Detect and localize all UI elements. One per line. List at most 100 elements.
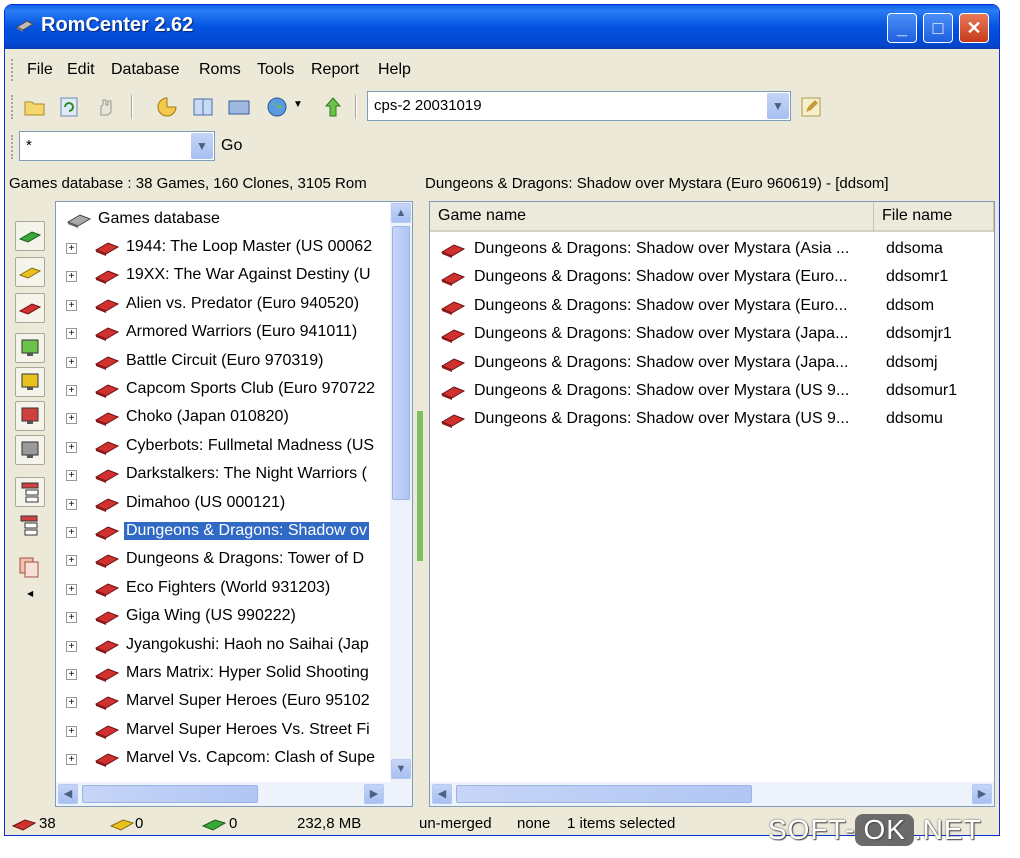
tree-item[interactable]: + Giga Wing (US 990222) (56, 603, 386, 631)
maximize-button[interactable]: □ (923, 13, 953, 43)
column-game-name[interactable]: Game name (430, 202, 874, 232)
arrow-up-icon[interactable] (321, 95, 345, 119)
expand-icon[interactable]: + (66, 725, 77, 737)
monitor-gray-button[interactable] (15, 435, 45, 465)
tree-item[interactable]: + Alien vs. Predator (Euro 940520) (56, 291, 386, 319)
list-hscroll-thumb[interactable] (456, 785, 752, 803)
monitor-red-button[interactable] (15, 401, 45, 431)
tree-item[interactable]: + Cyberbots: Fullmetal Madness (US (56, 433, 386, 461)
filter-chevron-down-icon[interactable]: ▼ (191, 133, 213, 159)
list-scroll-right-arrow[interactable]: ▶ (972, 784, 992, 804)
expand-icon[interactable]: + (66, 640, 77, 652)
scroll-up-arrow[interactable]: ▲ (391, 203, 411, 223)
tree-item[interactable]: + Marvel Vs. Capcom: Clash of Supe (56, 745, 386, 773)
close-button[interactable]: ✕ (959, 13, 989, 43)
tree-horizontal-scrollbar[interactable]: ◀ ▶ (56, 782, 412, 806)
menu-database[interactable]: Database (111, 61, 180, 79)
tree-item[interactable]: + Dungeons & Dragons: Tower of D (56, 546, 386, 574)
list-row[interactable]: Dungeons & Dragons: Shadow over Mystara … (430, 378, 994, 406)
scroll-left-arrow[interactable]: ◀ (58, 784, 78, 804)
expand-icon[interactable]: + (66, 413, 77, 425)
list-scroll-left-arrow[interactable]: ◀ (432, 784, 452, 804)
tree-item[interactable]: + Marvel Super Heroes Vs. Street Fi (56, 717, 386, 745)
expand-icon[interactable]: + (66, 271, 77, 283)
menu-edit[interactable]: Edit (67, 61, 95, 79)
list-row[interactable]: Dungeons & Dragons: Shadow over Mystara … (430, 236, 994, 264)
filter-yellow-button[interactable] (15, 257, 45, 287)
scroll-right-arrow[interactable]: ▶ (364, 784, 384, 804)
tree-item[interactable]: + Marvel Super Heroes (Euro 95102 (56, 688, 386, 716)
menu-roms[interactable]: Roms (199, 61, 241, 79)
tree-hscroll-thumb[interactable] (82, 785, 258, 803)
monitor-gray-icon (21, 441, 39, 458)
tree-item[interactable]: + Dimahoo (US 000121) (56, 490, 386, 518)
refresh-icon[interactable] (57, 95, 81, 119)
menu-tools[interactable]: Tools (257, 61, 294, 79)
tree-item[interactable]: +1944: The Loop Master (US 00062 (56, 234, 386, 262)
list-row[interactable]: Dungeons & Dragons: Shadow over Mystara … (430, 350, 994, 378)
menu-file[interactable]: File (27, 61, 53, 79)
database-select[interactable]: cps-2 20031019 ▼ (367, 91, 791, 121)
edit-icon[interactable] (799, 95, 823, 119)
tree-scroll-thumb[interactable] (392, 226, 410, 500)
scroll-down-arrow[interactable]: ▼ (391, 759, 411, 779)
go-button[interactable]: Go (221, 137, 242, 155)
globe-icon[interactable] (265, 95, 289, 119)
tree-item[interactable]: + Mars Matrix: Hyper Solid Shooting (56, 660, 386, 688)
hand-icon[interactable] (95, 95, 119, 119)
expand-icon[interactable]: + (66, 669, 77, 680)
title-bar[interactable]: RomCenter 2.62 _ □ ✕ (5, 5, 999, 49)
copy-button[interactable] (15, 553, 45, 583)
tree-item[interactable]: + Battle Circuit (Euro 970319) (56, 348, 386, 376)
expand-icon[interactable]: + (66, 754, 77, 766)
minimize-button[interactable]: _ (887, 13, 917, 43)
globe-dropdown-arrow[interactable]: ▼ (293, 99, 303, 110)
scan-icon[interactable] (155, 95, 179, 119)
card-icon[interactable] (227, 95, 251, 119)
list-row[interactable]: Dungeons & Dragons: Shadow over Mystara … (430, 321, 994, 349)
panel-splitter[interactable] (415, 201, 425, 807)
expand-icon[interactable]: + (66, 356, 77, 368)
tree-item[interactable]: + Dungeons & Dragons: Shadow ov (56, 518, 386, 546)
expand-icon[interactable]: + (66, 555, 77, 567)
monitor-green-button[interactable] (15, 333, 45, 363)
tree-item[interactable]: +19XX: The War Against Destiny (U (56, 262, 386, 290)
tree-item[interactable]: + Darkstalkers: The Night Warriors ( (56, 461, 386, 489)
expand-icon[interactable]: + (66, 498, 77, 510)
open-icon[interactable] (23, 95, 47, 119)
filter-green-button[interactable] (15, 221, 45, 251)
tree-vertical-scrollbar[interactable]: ▲ ▼ (390, 202, 412, 782)
expand-icon[interactable]: + (66, 328, 77, 340)
tree-root[interactable]: Games database (56, 206, 386, 234)
expand-icon[interactable]: + (66, 385, 77, 396)
expand-icon[interactable]: + (66, 527, 77, 538)
expand-icon[interactable]: + (66, 299, 77, 311)
tree-item[interactable]: + Capcom Sports Club (Euro 970722 (56, 376, 386, 404)
list-view-button[interactable] (15, 511, 45, 541)
splitter-handle[interactable] (417, 411, 423, 561)
list-row[interactable]: Dungeons & Dragons: Shadow over Mystara … (430, 406, 994, 434)
chevron-down-icon[interactable]: ▼ (767, 93, 789, 119)
list-horizontal-scrollbar[interactable]: ◀ ▶ (430, 782, 994, 806)
expand-icon[interactable]: + (66, 583, 77, 595)
expand-icon[interactable]: + (66, 697, 77, 709)
side-more-arrow[interactable]: ◀ (27, 589, 33, 598)
tree-item[interactable]: + Choko (Japan 010820) (56, 404, 386, 432)
tree-item[interactable]: + Eco Fighters (World 931203) (56, 575, 386, 603)
book-icon[interactable] (191, 95, 215, 119)
column-file-name[interactable]: File name (874, 202, 994, 232)
filter-red-button[interactable] (15, 293, 45, 323)
monitor-yellow-button[interactable] (15, 367, 45, 397)
menu-report[interactable]: Report (311, 61, 359, 79)
tree-item[interactable]: + Jyangokushi: Haoh no Saihai (Jap (56, 632, 386, 660)
expand-icon[interactable]: + (66, 612, 77, 624)
tree-view-button[interactable] (15, 477, 45, 507)
expand-icon[interactable]: + (66, 470, 77, 482)
list-row[interactable]: Dungeons & Dragons: Shadow over Mystara … (430, 264, 994, 292)
filter-input[interactable]: * ▼ (19, 131, 215, 161)
expand-icon[interactable]: + (66, 441, 77, 453)
menu-help[interactable]: Help (378, 61, 411, 79)
expand-icon[interactable]: + (66, 243, 77, 254)
tree-item[interactable]: + Armored Warriors (Euro 941011) (56, 319, 386, 347)
list-row[interactable]: Dungeons & Dragons: Shadow over Mystara … (430, 293, 994, 321)
